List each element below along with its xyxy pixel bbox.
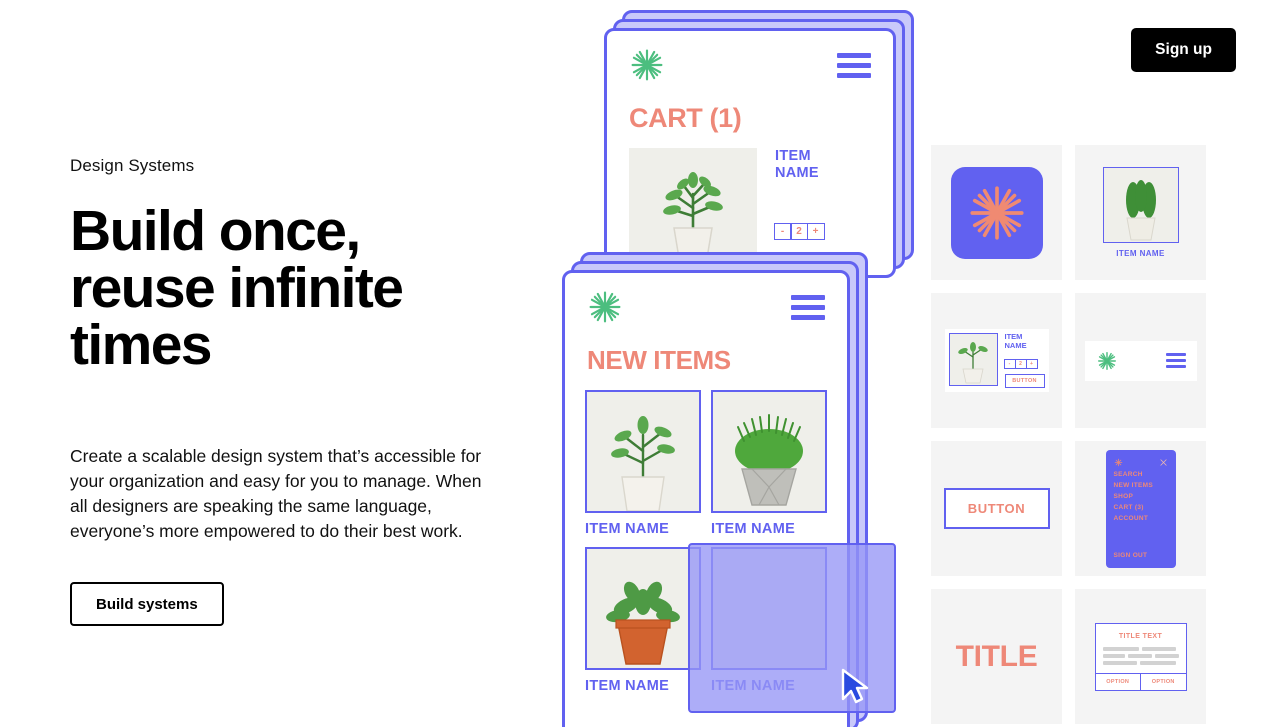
cart-item-name-line1: ITEM xyxy=(775,148,811,164)
cart-screen[interactable]: CART (1) ITEM NAME - 2 + xyxy=(604,28,896,278)
asterisk-icon xyxy=(589,291,621,323)
nav-menu-link-sign-out[interactable]: SIGN OUT xyxy=(1114,552,1148,559)
modal-body: TITLE TEXT xyxy=(1096,624,1186,673)
modal-footer: OPTION OPTION xyxy=(1095,672,1186,690)
product-tile[interactable]: ITEM NAME xyxy=(585,547,701,694)
product-name: ITEM NAME xyxy=(585,678,670,694)
component-library-grid: ITEM NAME ITEM NAME - 2 + BUTTON BUTTON … xyxy=(931,145,1206,724)
cart-line-item-component: ITEM NAME - 2 + BUTTON xyxy=(944,328,1049,393)
product-thumbnail xyxy=(711,390,827,513)
items-topbar xyxy=(565,273,847,325)
cart-item-details: ITEM NAME - 2 + xyxy=(773,148,825,258)
hamburger-menu-icon[interactable] xyxy=(791,294,825,320)
nav-menu-link-search[interactable]: SEARCH xyxy=(1114,471,1168,478)
text-bar xyxy=(1139,660,1176,665)
text-bar xyxy=(1141,646,1176,651)
plant-image xyxy=(606,581,680,665)
quantity-stepper[interactable]: - 2 + xyxy=(1003,359,1045,370)
component-cell-type-sample[interactable]: TITLE xyxy=(931,589,1062,724)
asterisk-icon xyxy=(969,185,1024,240)
line-item-button[interactable]: BUTTON xyxy=(1004,374,1045,389)
text-bar xyxy=(1127,653,1152,658)
quantity-stepper[interactable]: - 2 + xyxy=(773,223,825,241)
product-thumbnail xyxy=(585,547,701,670)
item-name-line2: NAME xyxy=(1004,340,1027,350)
hamburger-menu-icon[interactable] xyxy=(837,52,871,78)
plant-image xyxy=(735,414,803,506)
product-card-component: ITEM NAME xyxy=(1102,167,1179,258)
text-bar xyxy=(1102,646,1139,651)
asterisk-icon xyxy=(1114,458,1122,466)
increment-button[interactable]: + xyxy=(806,223,825,241)
plant-image xyxy=(1125,180,1156,241)
component-cell-nav-bar[interactable] xyxy=(1075,293,1206,428)
product-name: ITEM NAME xyxy=(711,521,796,537)
modal-text-placeholder xyxy=(1102,646,1179,665)
sign-up-button[interactable]: Sign up xyxy=(1131,28,1236,72)
component-cell-product-card[interactable]: ITEM NAME xyxy=(1075,145,1206,280)
component-cell-cart-line-item[interactable]: ITEM NAME - 2 + BUTTON xyxy=(931,293,1062,428)
hero-copy: Design Systems Build once, reuse infinit… xyxy=(70,155,510,627)
quantity-value: 2 xyxy=(790,223,808,241)
cart-topbar xyxy=(607,31,893,83)
product-tile[interactable]: ITEM NAME xyxy=(585,390,701,537)
cart-line-item: ITEM NAME - 2 + xyxy=(607,134,893,258)
decrement-button[interactable]: - xyxy=(773,223,792,241)
component-cell-modal[interactable]: TITLE TEXT OPTION OPTION xyxy=(1075,589,1206,724)
component-cell-icon-swatch[interactable] xyxy=(931,145,1062,280)
nav-menu-link-shop[interactable]: SHOP xyxy=(1114,493,1168,500)
plant-image xyxy=(663,172,723,258)
page-title: Build once, reuse infinite times xyxy=(70,199,404,378)
nav-menu-link-account[interactable]: ACCOUNT xyxy=(1114,515,1168,522)
plant-image xyxy=(611,416,675,511)
nav-menu-header xyxy=(1114,458,1168,467)
type-sample-title: TITLE xyxy=(955,639,1038,673)
close-icon[interactable] xyxy=(1159,458,1168,467)
build-systems-button[interactable]: Build systems xyxy=(70,582,224,627)
arrow-cursor-icon xyxy=(841,668,869,704)
product-thumbnail xyxy=(948,332,998,386)
eyebrow-label: Design Systems xyxy=(70,156,195,175)
product-thumbnail xyxy=(585,390,701,513)
modal-option-left[interactable]: OPTION xyxy=(1096,674,1141,690)
text-bar xyxy=(1154,653,1179,658)
asterisk-icon xyxy=(1097,351,1116,370)
modal-component: TITLE TEXT OPTION OPTION xyxy=(1094,622,1187,691)
product-thumbnail xyxy=(1102,167,1179,243)
nav-menu-link-new-items[interactable]: NEW ITEMS xyxy=(1114,482,1168,489)
hamburger-menu-icon[interactable] xyxy=(1165,353,1186,368)
new-items-title: NEW ITEMS xyxy=(587,345,731,375)
cart-screen-stack[interactable]: CART (1) ITEM NAME - 2 + xyxy=(604,10,914,278)
plant-image xyxy=(958,341,988,384)
icon-swatch xyxy=(950,166,1043,259)
component-cell-nav-menu[interactable]: SEARCH NEW ITEMS SHOP CART (3) ACCOUNT S… xyxy=(1075,441,1206,576)
product-thumbnail xyxy=(629,148,757,258)
nav-bar-component xyxy=(1084,340,1197,381)
cart-line-item-details: ITEM NAME - 2 + BUTTON xyxy=(1003,332,1045,389)
text-bar xyxy=(1102,660,1137,665)
modal-option-right[interactable]: OPTION xyxy=(1140,673,1186,690)
cart-item-name-line2: NAME xyxy=(775,164,819,181)
landing-page: Design Systems Build once, reuse infinit… xyxy=(0,0,1281,727)
product-name: ITEM NAME xyxy=(1116,249,1165,258)
text-bar xyxy=(1102,653,1125,658)
button-component[interactable]: BUTTON xyxy=(943,488,1050,529)
increment-button[interactable]: + xyxy=(1025,359,1038,370)
nav-menu-link-cart[interactable]: CART (3) xyxy=(1114,504,1168,511)
cart-title: CART (1) xyxy=(629,103,742,133)
product-tile[interactable]: ITEM NAME xyxy=(711,390,827,537)
component-cell-button[interactable]: BUTTON xyxy=(931,441,1062,576)
product-name: ITEM NAME xyxy=(585,521,670,537)
modal-title: TITLE TEXT xyxy=(1118,632,1163,640)
nav-menu-component: SEARCH NEW ITEMS SHOP CART (3) ACCOUNT S… xyxy=(1105,449,1176,568)
hero-description: Create a scalable design system that’s a… xyxy=(70,446,482,542)
asterisk-icon xyxy=(631,49,663,81)
